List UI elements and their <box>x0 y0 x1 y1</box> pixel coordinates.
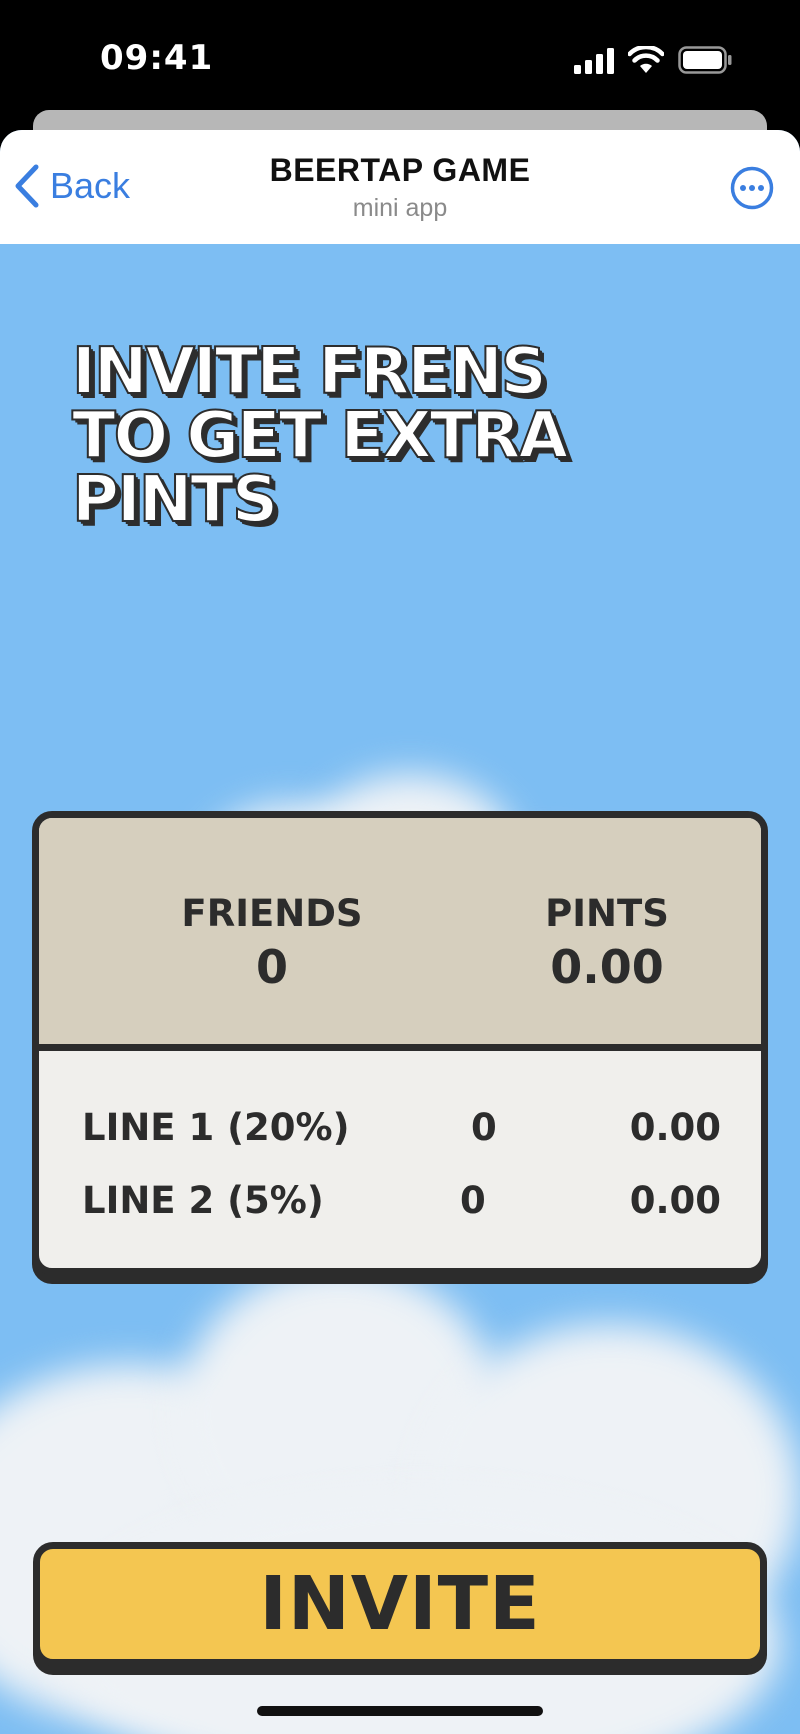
friends-label: FRIENDS <box>181 892 363 935</box>
line-friends: 0 <box>460 1179 486 1222</box>
headline-line-1: INVITE FRENS <box>71 335 548 409</box>
pints-stat: PINTS 0.00 <box>477 892 737 998</box>
line-label: LINE 2 (5%) <box>82 1179 324 1222</box>
status-icons <box>574 44 732 74</box>
more-icon[interactable] <box>730 166 774 210</box>
navigation-bar: Back BEERTAP GAME mini app <box>0 130 800 244</box>
friends-stat: FRIENDS 0 <box>142 892 402 998</box>
invite-button[interactable]: INVITE <box>33 1542 767 1666</box>
headline-line-3: PINTS <box>71 463 279 537</box>
stats-summary: FRIENDS 0 PINTS 0.00 <box>39 818 761 1051</box>
back-label: Back <box>50 165 131 206</box>
battery-icon <box>678 46 732 74</box>
chevron-left-icon <box>15 164 39 208</box>
invite-headline: INVITE FRENS TO GET EXTRA PINTS <box>71 335 692 537</box>
wifi-icon <box>628 46 664 73</box>
app-title: BEERTAP GAME <box>269 152 531 188</box>
status-time: 09:41 <box>100 38 214 78</box>
line-friends: 0 <box>471 1106 497 1149</box>
referral-line-row: LINE 2 (5%) 0 0.00 <box>39 1171 761 1231</box>
status-bar: 09:41 <box>0 0 800 110</box>
home-indicator <box>257 1706 543 1716</box>
line-pints: 0.00 <box>629 1179 721 1222</box>
app-subtitle: mini app <box>352 194 448 222</box>
back-button[interactable]: Back <box>14 164 130 208</box>
friends-value: 0 <box>255 940 288 994</box>
referral-stats-card: FRIENDS 0 PINTS 0.00 LINE 1 (20%) 0 0.00… <box>32 811 768 1275</box>
line-label: LINE 1 (20%) <box>82 1106 350 1149</box>
signal-icon <box>574 48 614 74</box>
pints-value: 0.00 <box>550 940 664 994</box>
referral-line-row: LINE 1 (20%) 0 0.00 <box>39 1098 761 1158</box>
line-pints: 0.00 <box>629 1106 721 1149</box>
headline-line-2: TO GET EXTRA <box>71 399 569 473</box>
pints-label: PINTS <box>545 892 669 935</box>
